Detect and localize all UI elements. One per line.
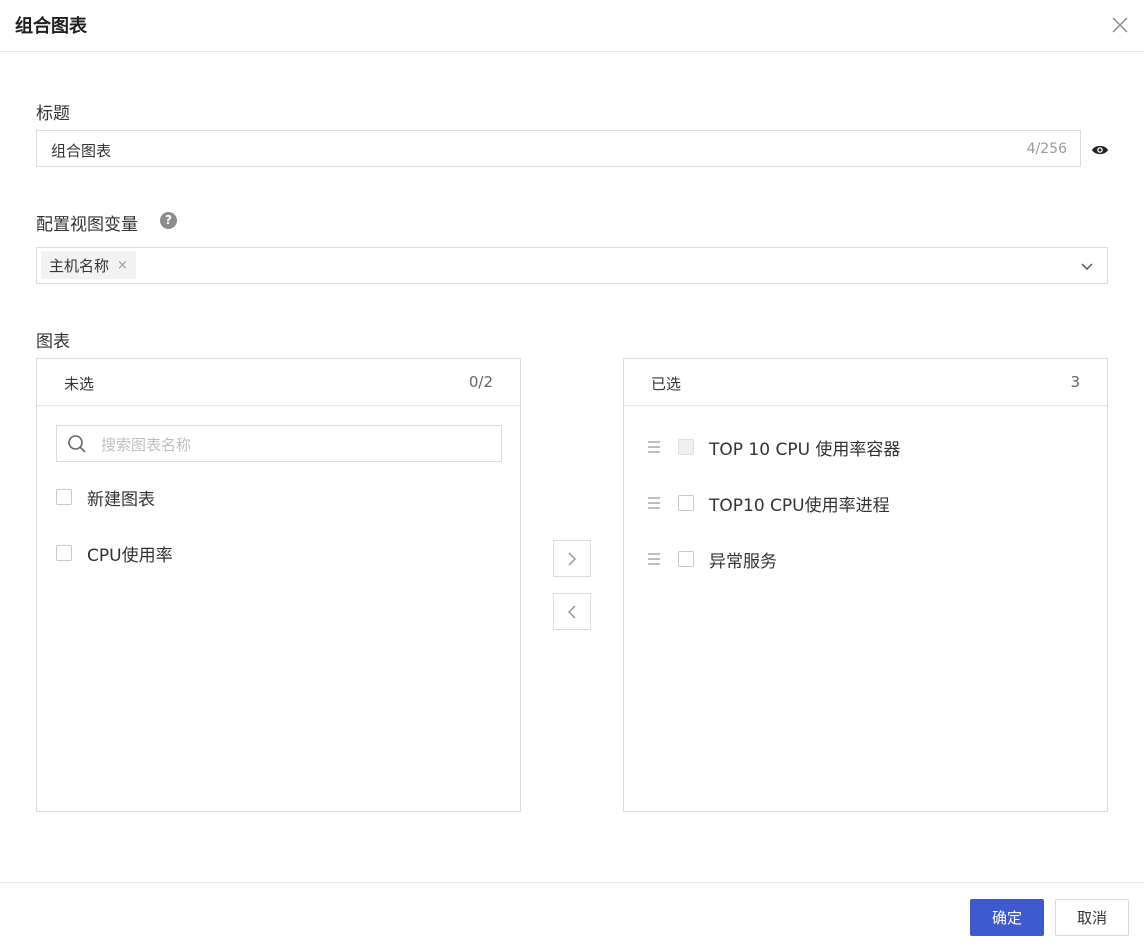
chevron-down-icon[interactable] — [1079, 258, 1095, 274]
list-item-label: TOP 10 CPU 使用率容器 — [709, 439, 901, 460]
variables-select[interactable]: 主机名称 × — [36, 247, 1108, 284]
confirm-button[interactable]: 确定 — [970, 899, 1044, 936]
unselected-panel-header: 未选 0/2 — [37, 359, 520, 406]
close-icon[interactable] — [1108, 13, 1132, 37]
search-icon — [67, 434, 87, 454]
chart-search-input[interactable] — [99, 433, 493, 457]
checkbox[interactable] — [678, 495, 694, 511]
variables-label: 配置视图变量 — [36, 215, 138, 235]
title-label: 标题 — [36, 104, 70, 124]
dialog-title: 组合图表 — [15, 16, 87, 37]
dialog-header: 组合图表 — [0, 0, 1144, 52]
move-left-button[interactable] — [553, 593, 591, 630]
unselected-count: 0/2 — [468, 373, 493, 391]
checkbox[interactable] — [678, 551, 694, 567]
move-right-button[interactable] — [553, 540, 591, 577]
cancel-button[interactable]: 取消 — [1055, 899, 1129, 936]
selected-panel-header: 已选 3 — [624, 359, 1107, 406]
checkbox[interactable] — [56, 489, 72, 505]
help-icon[interactable]: ? — [160, 212, 177, 229]
list-item[interactable]: 新建图表 — [56, 482, 155, 512]
arrow-left-icon — [567, 605, 576, 619]
unselected-title: 未选 — [64, 375, 95, 393]
list-item[interactable]: 异常服务 — [646, 544, 777, 574]
title-char-counter: 4/256 — [1026, 141, 1067, 157]
tag-remove-icon[interactable]: × — [117, 258, 128, 273]
selected-title: 已选 — [651, 375, 682, 393]
eye-icon[interactable] — [1091, 142, 1109, 156]
arrow-right-icon — [568, 552, 577, 566]
variable-tag: 主机名称 × — [41, 251, 136, 279]
charts-label: 图表 — [36, 332, 70, 352]
variable-tag-label: 主机名称 — [49, 256, 110, 275]
drag-handle-icon[interactable] — [646, 496, 662, 510]
list-item-label: 异常服务 — [709, 551, 777, 572]
list-item[interactable]: TOP 10 CPU 使用率容器 — [646, 432, 900, 462]
list-item[interactable]: CPU使用率 — [56, 538, 173, 568]
drag-handle-icon[interactable] — [646, 440, 662, 454]
list-item[interactable]: TOP10 CPU使用率进程 — [646, 488, 890, 518]
checkbox[interactable] — [56, 545, 72, 561]
title-input[interactable]: 组合图表 4/256 — [36, 130, 1081, 167]
selected-count: 3 — [1070, 373, 1080, 391]
list-item-label: TOP10 CPU使用率进程 — [709, 495, 890, 516]
list-item-label: 新建图表 — [87, 489, 155, 510]
drag-handle-icon[interactable] — [646, 552, 662, 566]
unselected-panel: 未选 0/2 新建图表 CPU使用率 — [36, 358, 521, 812]
title-input-value[interactable]: 组合图表 — [51, 140, 111, 161]
chart-search-box[interactable] — [56, 425, 502, 462]
checkbox[interactable] — [678, 439, 694, 455]
selected-panel: 已选 3 TOP 10 CPU 使用率容器 TOP10 CPU使用率进程 异常服… — [623, 358, 1108, 812]
list-item-label: CPU使用率 — [87, 545, 173, 566]
